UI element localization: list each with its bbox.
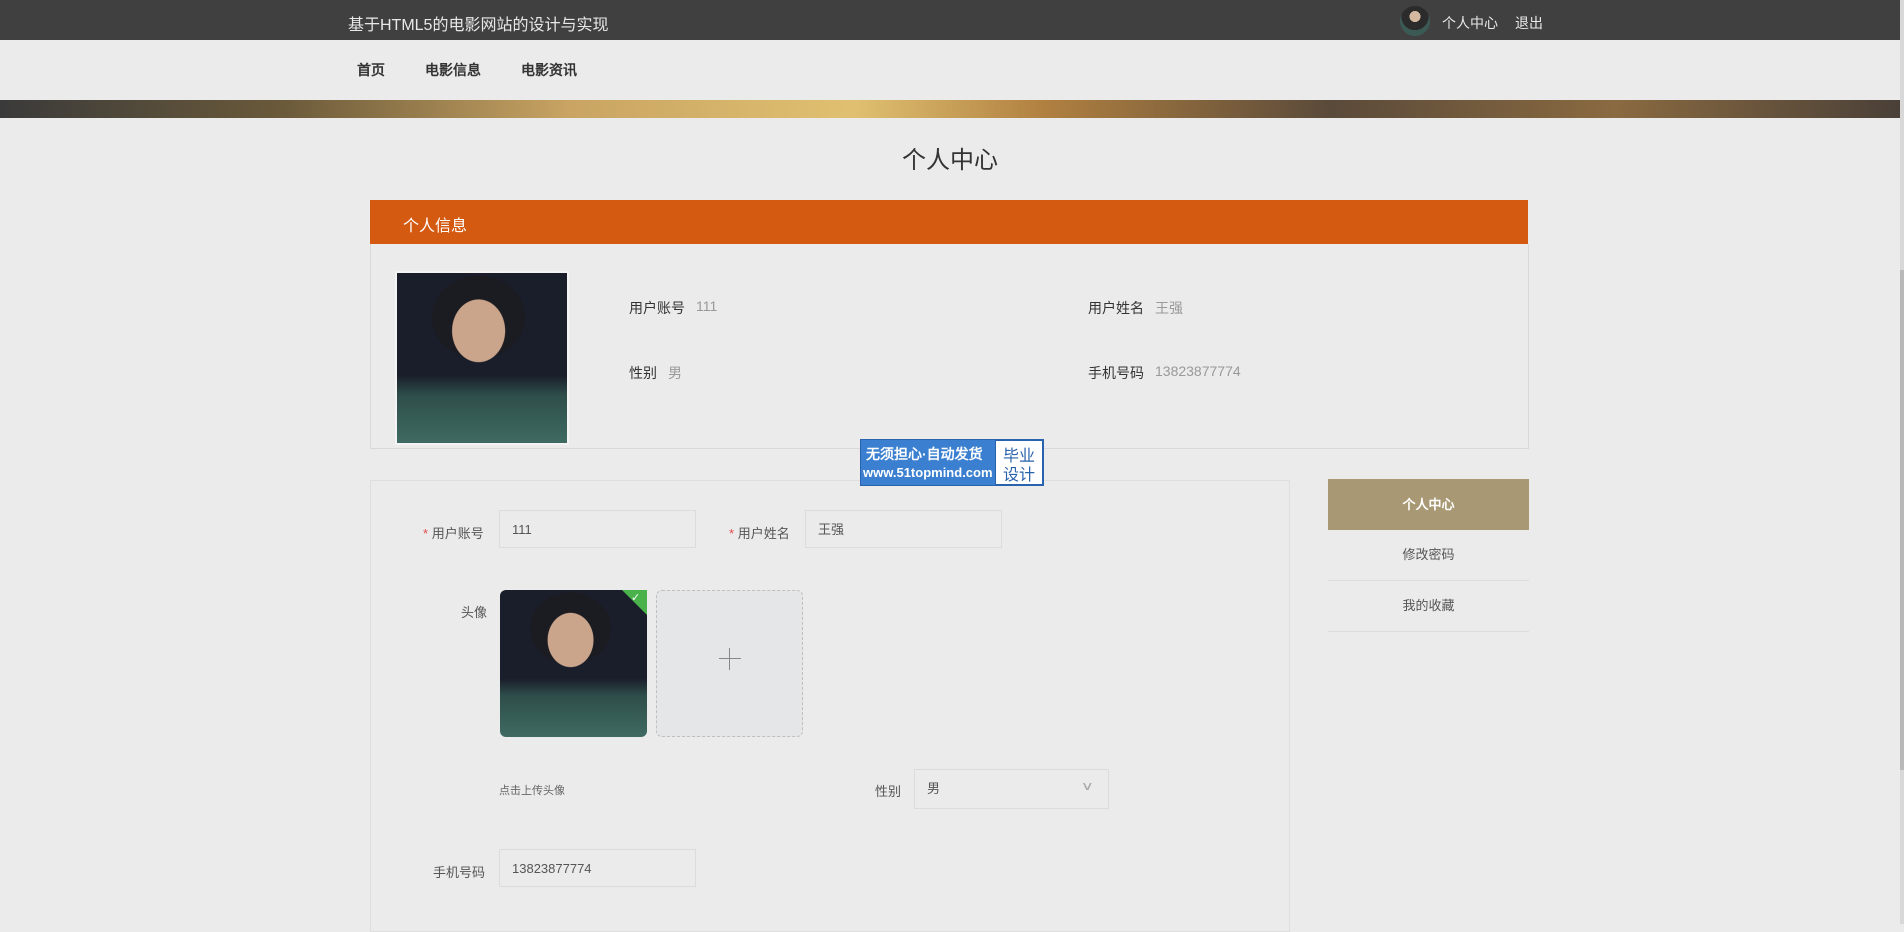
page-title: 个人中心 (902, 147, 998, 174)
menu-item-personal-center[interactable]: 个人中心 (1328, 479, 1529, 530)
info-panel-title: 个人信息 (403, 218, 468, 235)
watermark-box-line2: 设计 (1003, 467, 1036, 484)
plus-icon-vertical (729, 648, 730, 670)
plus-icon (719, 658, 741, 659)
watermark-line2: www.51topmind.com (863, 465, 993, 480)
form-account-label: * 用户账号 (423, 523, 484, 542)
scrollbar-thumb[interactable] (1900, 270, 1904, 770)
profile-photo (395, 271, 569, 445)
required-mark: * (423, 526, 429, 541)
check-icon: ✓ (631, 592, 641, 604)
chevron-down-icon: ∨ (1080, 779, 1094, 793)
info-account-label: 用户账号 (629, 300, 685, 316)
info-gender-label: 性别 (629, 365, 657, 381)
menu-item-change-password[interactable]: 修改密码 (1328, 530, 1529, 581)
form-name-label: * 用户姓名 (729, 523, 790, 542)
nav-item-news[interactable]: 电影资讯 (521, 60, 577, 80)
required-mark: * (729, 526, 735, 541)
banner-image (0, 100, 1900, 118)
menu-item-favorites[interactable]: 我的收藏 (1328, 581, 1529, 632)
info-panel-header (370, 200, 1528, 244)
main-nav (0, 40, 1900, 100)
upload-hint: 点击上传头像 (499, 785, 565, 797)
personal-center-link[interactable]: 个人中心 (1442, 13, 1498, 33)
watermark-line1: 无须担心·自动发货 (866, 446, 983, 462)
nav-item-movies[interactable]: 电影信息 (425, 60, 481, 80)
nav-item-home[interactable]: 首页 (357, 60, 385, 80)
name-input[interactable]: 王强 (805, 510, 1002, 548)
phone-input[interactable]: 13823877774 (499, 849, 696, 887)
form-gender-label: 性别 (875, 784, 902, 799)
form-account-label-text: 用户账号 (431, 526, 484, 541)
user-avatar[interactable] (1400, 6, 1430, 36)
account-input[interactable]: 111 (499, 510, 696, 548)
info-phone-value: 13823877774 (1155, 363, 1241, 379)
info-gender-value: 男 (668, 365, 682, 381)
form-name-label-text: 用户姓名 (737, 526, 790, 541)
form-avatar-label: 头像 (461, 605, 488, 620)
info-account-value: 111 (696, 298, 718, 314)
top-bar (0, 0, 1900, 40)
gender-select[interactable]: 男 (914, 769, 1109, 809)
logout-link[interactable]: 退出 (1515, 13, 1543, 33)
info-phone-label: 手机号码 (1088, 365, 1144, 381)
form-phone-label: 手机号码 (433, 865, 486, 880)
info-name-value: 王强 (1155, 300, 1183, 316)
site-title[interactable]: 基于HTML5的电影网站的设计与实现 (348, 11, 608, 35)
info-name-label: 用户姓名 (1088, 300, 1144, 316)
